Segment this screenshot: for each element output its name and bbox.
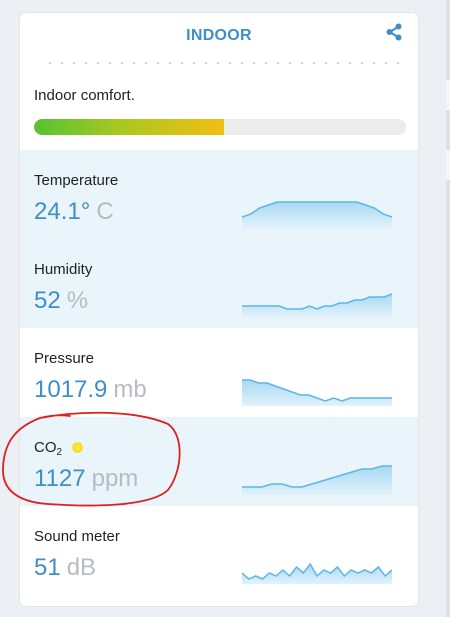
sparkline-area xyxy=(242,466,392,495)
metric-unit: ppm xyxy=(91,465,139,492)
metric-unit: % xyxy=(66,287,89,314)
comfort-bar xyxy=(34,119,406,135)
co2-label-subscript: 2 xyxy=(56,447,63,458)
metric-value: 1127 ppm xyxy=(34,465,138,493)
sparkline-area xyxy=(242,564,392,584)
metric-number: 1127 xyxy=(34,465,86,492)
metric-number: 51 xyxy=(34,554,61,581)
temperature-sparkline xyxy=(242,201,392,228)
metric-label: CO2 xyxy=(34,439,84,458)
indoor-module-card: INDOOR Indoor comfort. Temperature 24.1°… xyxy=(20,13,418,606)
indoor-comfort-section: Indoor comfort. xyxy=(20,63,418,149)
metric-value: 1017.9 mb xyxy=(34,376,147,404)
metric-label: Humidity xyxy=(34,261,93,278)
metric-label: Pressure xyxy=(34,350,95,367)
sparkline-area xyxy=(242,380,392,406)
metric-number: 52 xyxy=(34,287,61,314)
co2-status-dot xyxy=(72,442,84,453)
pressure-sparkline xyxy=(242,379,392,406)
metric-label: Temperature xyxy=(34,172,119,189)
adjacent-panel-notch xyxy=(446,80,450,110)
metric-pressure[interactable]: Pressure 1017.9 mb xyxy=(20,328,418,417)
humidity-sparkline xyxy=(242,293,392,317)
share-icon[interactable] xyxy=(384,22,404,42)
adjacent-panel-edge xyxy=(446,0,450,617)
comfort-bar-fill xyxy=(34,119,224,135)
co2-sparkline xyxy=(242,465,392,495)
metric-co2[interactable]: CO2 1127 ppm xyxy=(20,417,418,506)
sound-sparkline xyxy=(242,562,392,584)
metric-number: 24.1° xyxy=(34,198,91,225)
metric-sound[interactable]: Sound meter 51 dB xyxy=(20,506,418,595)
metric-value: 52% xyxy=(34,287,88,315)
metric-unit: mb xyxy=(113,376,147,403)
metric-value: 51 dB xyxy=(34,554,96,582)
metric-number: 1017.9 xyxy=(34,376,108,403)
metric-humidity[interactable]: Humidity 52% xyxy=(20,239,418,328)
module-title: INDOOR xyxy=(186,27,252,44)
metric-value: 24.1° C xyxy=(34,198,114,226)
metric-unit: C xyxy=(96,198,114,225)
comfort-label: Indoor comfort. xyxy=(34,87,135,104)
card-header: INDOOR xyxy=(20,13,418,64)
co2-label-text: CO xyxy=(34,439,57,456)
metric-unit: dB xyxy=(66,554,97,581)
metric-label: Sound meter xyxy=(34,528,120,545)
metric-temperature[interactable]: Temperature 24.1° C xyxy=(20,150,418,239)
adjacent-panel-notch xyxy=(446,150,450,180)
